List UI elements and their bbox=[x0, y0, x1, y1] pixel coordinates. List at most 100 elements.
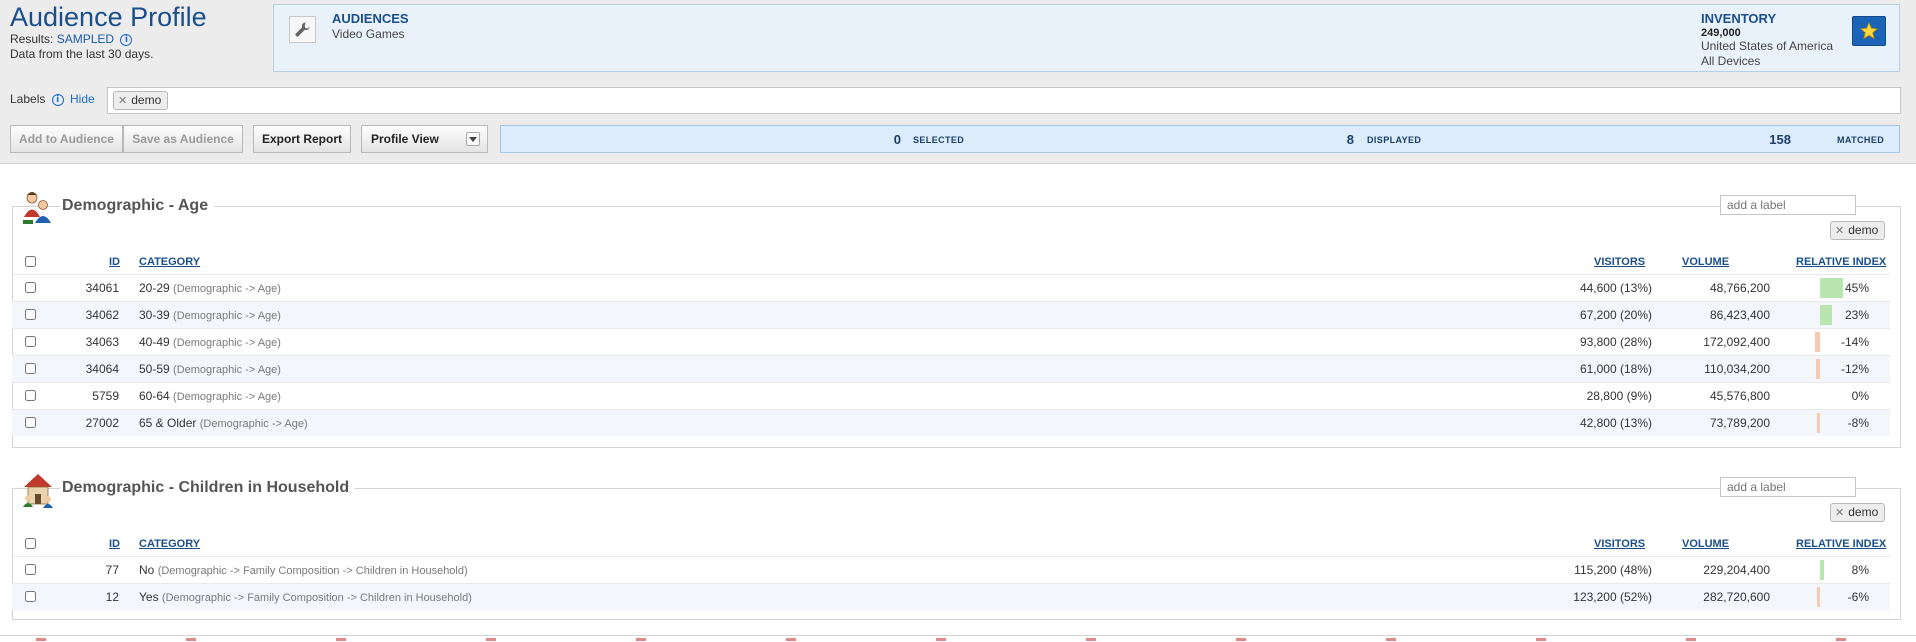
label-tag[interactable]: ✕ demo bbox=[113, 91, 169, 110]
row-category[interactable]: 20-29 (Demographic -> Age) bbox=[139, 281, 281, 295]
row-checkbox[interactable] bbox=[25, 417, 36, 428]
row-category-name: 60-64 bbox=[139, 389, 170, 403]
section-tag[interactable]: ✕ demo bbox=[1830, 503, 1886, 522]
results-line: Results: SAMPLED i bbox=[10, 32, 133, 46]
inventory-title: INVENTORY bbox=[1701, 11, 1777, 26]
row-category[interactable]: No (Demographic -> Family Composition ->… bbox=[139, 563, 468, 577]
row-category-name: 65 & Older bbox=[139, 416, 197, 430]
table-row[interactable]: 34062 30-39 (Demographic -> Age) 67,200 (2… bbox=[12, 301, 1890, 328]
section-tag-text: demo bbox=[1848, 505, 1879, 519]
table-row[interactable]: 34061 20-29 (Demographic -> Age) 44,600 (1… bbox=[12, 274, 1890, 301]
row-category-path: (Demographic -> Age) bbox=[173, 364, 281, 376]
row-visitors: 28,800 (9%) bbox=[1586, 389, 1652, 403]
row-id: 34063 bbox=[85, 335, 119, 349]
add-label-input[interactable] bbox=[1720, 477, 1856, 497]
row-checkbox[interactable] bbox=[25, 282, 36, 293]
row-checkbox[interactable] bbox=[25, 336, 36, 347]
column-header-category[interactable]: CATEGORY bbox=[139, 538, 200, 550]
date-range-note: Data from the last 30 days. bbox=[10, 47, 154, 61]
inventory-devices: All Devices bbox=[1701, 54, 1761, 68]
save-as-audience-button[interactable]: Save as Audience bbox=[123, 125, 243, 153]
row-checkbox[interactable] bbox=[25, 390, 36, 401]
labels-input[interactable]: ✕ demo bbox=[107, 87, 1901, 114]
table-row[interactable]: 5759 60-64 (Demographic -> Age) 28,800 (9%… bbox=[12, 382, 1890, 409]
row-category-path: (Demographic -> Age) bbox=[173, 391, 281, 403]
chevron-down-icon[interactable] bbox=[466, 132, 480, 146]
audiences-title: AUDIENCES bbox=[332, 11, 409, 26]
select-all-checkbox[interactable] bbox=[25, 538, 36, 549]
column-header-visitors[interactable]: VISITORS bbox=[1594, 256, 1645, 268]
table-row[interactable]: 34063 40-49 (Demographic -> Age) 93,800 (2… bbox=[12, 328, 1890, 355]
hide-labels-link[interactable]: Hide bbox=[70, 92, 95, 106]
row-volume: 86,423,400 bbox=[1709, 308, 1770, 322]
remove-tag-icon[interactable]: ✕ bbox=[1835, 224, 1844, 237]
section-tag[interactable]: ✕ demo bbox=[1830, 221, 1886, 240]
select-all-checkbox[interactable] bbox=[25, 256, 36, 267]
row-category-name: 40-49 bbox=[139, 335, 170, 349]
row-volume: 110,034,200 bbox=[1704, 362, 1770, 376]
row-category-name: No bbox=[139, 563, 155, 577]
remove-tag-icon[interactable]: ✕ bbox=[118, 94, 127, 107]
page-title: Audience Profile bbox=[10, 2, 207, 32]
house-icon bbox=[22, 472, 53, 508]
add-label-input[interactable] bbox=[1720, 195, 1856, 215]
favorite-star-button[interactable] bbox=[1852, 16, 1886, 46]
results-value[interactable]: SAMPLED bbox=[57, 32, 114, 46]
matched-label: MATCHED bbox=[1837, 135, 1885, 145]
row-category[interactable]: 60-64 (Demographic -> Age) bbox=[139, 389, 281, 403]
row-visitors: 123,200 (52%) bbox=[1573, 590, 1652, 604]
inventory-count: 249,000 bbox=[1701, 27, 1741, 39]
row-visitors: 115,200 (48%) bbox=[1574, 563, 1652, 577]
profile-view-dropdown[interactable]: Profile View bbox=[361, 125, 488, 153]
table-row[interactable]: 34064 50-59 (Demographic -> Age) 61,000 (1… bbox=[12, 355, 1890, 382]
profile-view-label: Profile View bbox=[371, 132, 439, 146]
row-checkbox[interactable] bbox=[25, 309, 36, 320]
row-checkbox[interactable] bbox=[25, 363, 36, 374]
row-category[interactable]: Yes (Demographic -> Family Composition -… bbox=[139, 590, 472, 604]
labels-info-icon[interactable]: i bbox=[51, 94, 64, 106]
column-header-relative-index[interactable]: RELATIVE INDEX bbox=[1796, 256, 1886, 268]
row-volume: 172,092,400 bbox=[1703, 335, 1770, 349]
remove-tag-icon[interactable]: ✕ bbox=[1835, 506, 1844, 519]
row-category-name: 20-29 bbox=[139, 281, 170, 295]
row-category[interactable]: 40-49 (Demographic -> Age) bbox=[139, 335, 281, 349]
info-icon[interactable]: i bbox=[120, 34, 133, 46]
row-id: 12 bbox=[105, 590, 119, 604]
export-report-button[interactable]: Export Report bbox=[253, 125, 351, 153]
audiences-value: Video Games bbox=[332, 27, 405, 41]
column-header-relative-index[interactable]: RELATIVE INDEX bbox=[1796, 538, 1886, 550]
row-category[interactable]: 65 & Older (Demographic -> Age) bbox=[139, 416, 308, 430]
wrench-icon[interactable] bbox=[289, 16, 316, 43]
column-header-volume[interactable]: VOLUME bbox=[1682, 256, 1729, 268]
row-category[interactable]: 50-59 (Demographic -> Age) bbox=[139, 362, 281, 376]
row-relative-index: -14% bbox=[1840, 335, 1869, 349]
row-relative-index: -8% bbox=[1847, 416, 1869, 430]
row-id: 34062 bbox=[85, 308, 119, 322]
section-children-in-household: Demographic - Children in Household ✕ dem… bbox=[12, 472, 1901, 622]
row-category-path: (Demographic -> Age) bbox=[173, 283, 281, 295]
audience-summary-panel: AUDIENCES Video Games INVENTORY 249,000 … bbox=[273, 4, 1900, 72]
row-category-path: (Demographic -> Family Composition -> Ch… bbox=[157, 565, 468, 577]
labels-label: Labels i bbox=[10, 92, 64, 106]
matched-count: 158 bbox=[1769, 132, 1791, 147]
table-row[interactable]: 12 Yes (Demographic -> Family Composition… bbox=[12, 583, 1890, 610]
column-header-id[interactable]: ID bbox=[109, 256, 120, 268]
add-to-audience-button[interactable]: Add to Audience bbox=[10, 125, 123, 153]
column-header-category[interactable]: CATEGORY bbox=[139, 256, 200, 268]
row-category[interactable]: 30-39 (Demographic -> Age) bbox=[139, 308, 281, 322]
table-row[interactable]: 77 No (Demographic -> Family Composition … bbox=[12, 556, 1890, 583]
row-volume: 229,204,400 bbox=[1703, 563, 1770, 577]
table-row[interactable]: 27002 65 & Older (Demographic -> Age) 42,8… bbox=[12, 409, 1890, 436]
row-visitors: 93,800 (28%) bbox=[1579, 335, 1652, 349]
row-category-path: (Demographic -> Age) bbox=[173, 310, 281, 322]
results-label: Results: bbox=[10, 32, 54, 46]
row-checkbox[interactable] bbox=[25, 564, 36, 575]
column-header-volume[interactable]: VOLUME bbox=[1682, 538, 1729, 550]
column-header-id[interactable]: ID bbox=[109, 538, 120, 550]
people-icon bbox=[22, 190, 52, 226]
column-header-visitors[interactable]: VISITORS bbox=[1594, 538, 1645, 550]
row-relative-index: 0% bbox=[1851, 389, 1869, 403]
section-title: Demographic - Children in Household bbox=[60, 479, 356, 497]
row-checkbox[interactable] bbox=[25, 591, 36, 602]
section-demographic-age: Demographic - Age ✕ demo ID CATEGORY VISI… bbox=[12, 190, 1901, 448]
